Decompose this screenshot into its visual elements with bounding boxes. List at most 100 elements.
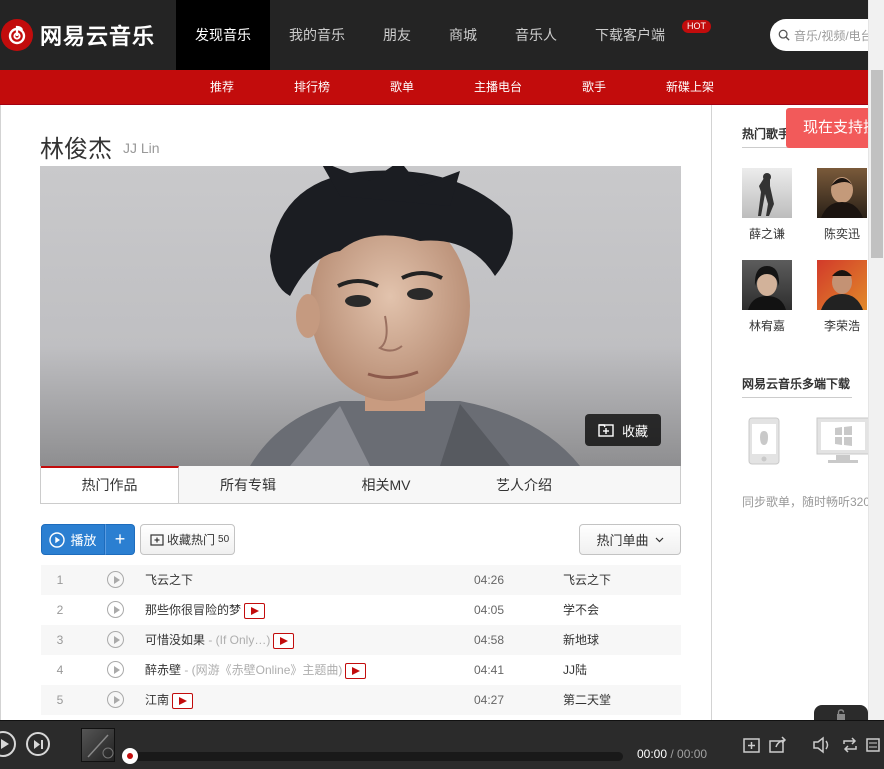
collect-hot-button[interactable]: 收藏热门 50 <box>140 524 235 555</box>
subnav-playlists[interactable]: 歌单 <box>390 70 414 104</box>
default-album-icon <box>87 734 114 759</box>
play-pause-button[interactable] <box>0 731 16 757</box>
nav-musician[interactable]: 音乐人 <box>496 0 576 70</box>
next-icon <box>34 740 43 749</box>
mv-icon[interactable] <box>345 662 367 679</box>
nav-download[interactable]: 下载客户端 HOT <box>576 0 711 70</box>
song-duration: 04:05 <box>474 603 505 617</box>
song-play-icon[interactable] <box>107 601 124 618</box>
tab-hot-works[interactable]: 热门作品 <box>41 466 179 503</box>
song-title[interactable]: 江南 <box>145 693 169 707</box>
time-display: 00:00 / 00:00 <box>637 747 707 761</box>
song-title[interactable]: 那些你很冒险的梦 <box>145 603 241 617</box>
hot-artist-card[interactable]: 陈奕迅 <box>817 168 867 241</box>
logo[interactable]: 网易云音乐 <box>0 18 155 52</box>
scrollbar-thumb[interactable] <box>871 70 883 258</box>
main-content: 林俊杰 JJ Lin 收藏 热门作品 所有专辑 相关MV 艺人介绍 播放 + 收… <box>0 105 868 769</box>
tab-intro[interactable]: 艺人介绍 <box>455 466 593 503</box>
download-title: 网易云音乐多端下载 <box>742 374 852 398</box>
next-track-button[interactable] <box>26 732 50 756</box>
song-album[interactable]: 新地球 <box>563 625 599 655</box>
hot-artist-card[interactable]: 林宥嘉 <box>742 260 792 333</box>
subnav-recommend[interactable]: 推荐 <box>210 70 234 104</box>
logo-text: 网易云音乐 <box>40 24 156 49</box>
windows-download-icon[interactable] <box>816 417 868 465</box>
add-folder-icon <box>150 534 164 546</box>
nav-store[interactable]: 商城 <box>430 0 496 70</box>
add-to-playlist-icon[interactable] <box>742 736 762 754</box>
song-play-icon[interactable] <box>107 691 124 708</box>
subnav-new-albums[interactable]: 新碟上架 <box>666 70 714 104</box>
subnav-radio[interactable]: 主播电台 <box>474 70 522 104</box>
song-title[interactable]: 飞云之下 <box>145 573 193 587</box>
favorite-button[interactable]: 收藏 <box>585 414 661 446</box>
song-row[interactable]: 4 醉赤壁 - (网游《赤壁Online》主题曲) 04:41 JJ陆 <box>41 655 681 685</box>
mv-icon[interactable] <box>244 602 266 619</box>
artist-tabs: 热门作品 所有专辑 相关MV 艺人介绍 <box>40 466 681 504</box>
hot-artist-name[interactable]: 林宥嘉 <box>742 319 792 333</box>
song-title-cell[interactable]: 江南 <box>145 685 194 715</box>
song-play-icon[interactable] <box>107 631 124 648</box>
song-duration: 04:26 <box>474 573 505 587</box>
nav-my-music[interactable]: 我的音乐 <box>270 0 364 70</box>
song-row[interactable]: 5 江南 04:27 第二天堂 <box>41 685 681 715</box>
nav-discover[interactable]: 发现音乐 <box>176 0 270 70</box>
add-to-playlist-button[interactable]: + <box>105 524 135 555</box>
artist-alias: JJ Lin <box>123 140 160 156</box>
song-row[interactable]: 2 那些你很冒险的梦 04:05 学不会 <box>41 595 681 625</box>
mv-icon[interactable] <box>273 632 295 649</box>
loop-icon[interactable] <box>840 736 860 754</box>
volume-icon[interactable] <box>812 736 832 754</box>
tab-mv[interactable]: 相关MV <box>317 466 455 503</box>
progress-knob[interactable] <box>122 748 138 764</box>
song-play-icon[interactable] <box>107 661 124 678</box>
player-bar: 00:00 / 00:00 <box>0 720 884 769</box>
hot-artist-avatar[interactable] <box>817 168 867 218</box>
song-duration: 04:41 <box>474 663 505 677</box>
song-row[interactable]: 3 可惜没如果 - (If Only…) 04:58 新地球 <box>41 625 681 655</box>
song-duration: 04:58 <box>474 633 505 647</box>
iphone-download-icon[interactable] <box>748 417 780 465</box>
song-title-cell[interactable]: 可惜没如果 - (If Only…) <box>145 625 295 655</box>
hot-artist-avatar[interactable] <box>742 168 792 218</box>
subnav-charts[interactable]: 排行榜 <box>294 70 330 104</box>
mv-icon[interactable] <box>172 692 194 709</box>
chevron-down-icon <box>655 537 663 542</box>
hot-artist-name[interactable]: 薛之谦 <box>742 227 792 241</box>
song-album[interactable]: 第二天堂 <box>563 685 611 715</box>
search-box[interactable]: 音乐/视频/电台/用户 <box>770 19 884 51</box>
page-scrollbar[interactable] <box>868 0 884 769</box>
time-total: 00:00 <box>677 747 708 761</box>
song-title-cell[interactable]: 飞云之下 <box>145 565 193 595</box>
hot-artist-name[interactable]: 李荣浩 <box>817 319 867 333</box>
song-album[interactable]: 学不会 <box>563 595 599 625</box>
hot-artist-card[interactable]: 薛之谦 <box>742 168 792 241</box>
progress-bar[interactable] <box>122 748 623 764</box>
favorite-label: 收藏 <box>621 423 648 439</box>
song-album[interactable]: 飞云之下 <box>563 565 611 595</box>
song-title[interactable]: 醉赤壁 <box>145 663 181 677</box>
subnav-artists[interactable]: 歌手 <box>582 70 606 104</box>
hot-artist-avatar[interactable] <box>817 260 867 310</box>
song-row[interactable]: 1 飞云之下 04:26 飞云之下 <box>41 565 681 595</box>
song-title-cell[interactable]: 那些你很冒险的梦 <box>145 595 266 625</box>
play-all-button[interactable]: 播放 <box>41 524 105 555</box>
hot-artist-name[interactable]: 陈奕迅 <box>817 227 867 241</box>
playlist-icon[interactable] <box>866 736 880 754</box>
download-desc: 同步歌单，随时畅听320k好音乐 <box>742 495 868 509</box>
tab-albums[interactable]: 所有专辑 <box>179 466 317 503</box>
top-header: 网易云音乐 发现音乐 我的音乐 朋友 商城 音乐人 下载客户端 HOT 音乐/视频… <box>0 0 884 70</box>
song-title-cell[interactable]: 醉赤壁 - (网游《赤壁Online》主题曲) <box>145 655 367 685</box>
nav-download-label: 下载客户端 <box>595 27 665 43</box>
hot-artist-card[interactable]: 李荣浩 <box>817 260 867 333</box>
nav-friends[interactable]: 朋友 <box>364 0 430 70</box>
hot-artist-avatar[interactable] <box>742 260 792 310</box>
song-play-icon[interactable] <box>107 571 124 588</box>
album-cover-thumbnail[interactable] <box>81 728 115 762</box>
sort-dropdown[interactable]: 热门单曲 <box>579 524 681 555</box>
time-current: 00:00 <box>637 747 668 761</box>
song-title[interactable]: 可惜没如果 <box>145 633 205 647</box>
share-icon[interactable] <box>768 736 788 754</box>
song-album[interactable]: JJ陆 <box>563 655 587 685</box>
song-number: 3 <box>56 633 64 647</box>
